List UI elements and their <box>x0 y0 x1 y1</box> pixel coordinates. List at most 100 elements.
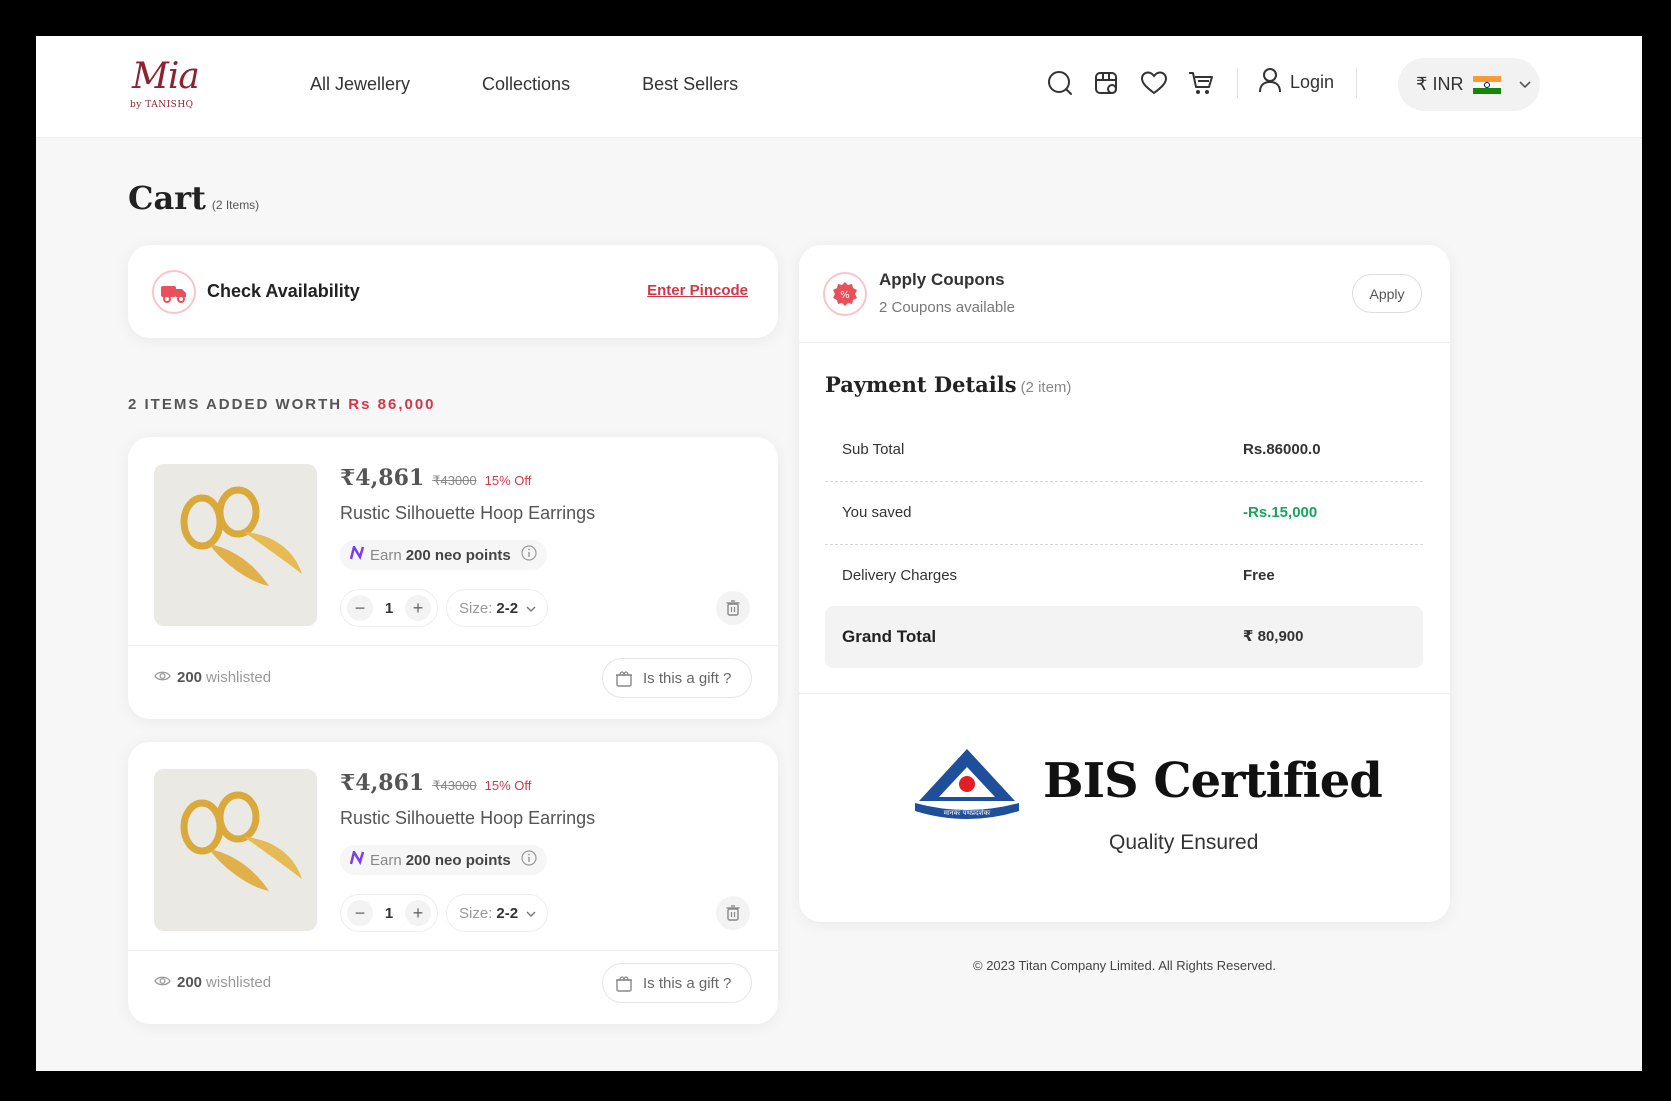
top-header: Mia by TANISHQ All Jewellery Collections… <box>36 36 1642 138</box>
eye-icon <box>154 669 171 686</box>
size-value: 2-2 <box>496 599 519 617</box>
neo-value: 200 neo points <box>405 546 511 564</box>
payment-panel: % Apply Coupons 2 Coupons available Appl… <box>799 245 1450 922</box>
gift-label: Is this a gift ? <box>643 669 732 687</box>
bis-certified-title: BIS Certified <box>1043 753 1383 809</box>
bis-subtitle: Quality Ensured <box>1109 831 1259 854</box>
decrease-qty-button[interactable]: − <box>347 595 373 621</box>
neo-prefix: Earn <box>370 851 402 869</box>
delete-item-button[interactable] <box>716 591 750 625</box>
product-name[interactable]: Rustic Silhouette Hoop Earrings <box>340 503 595 524</box>
grand-total-label: Grand Total <box>842 627 937 646</box>
nav-collections[interactable]: Collections <box>482 74 570 95</box>
device-frame: Mia by TANISHQ All Jewellery Collections… <box>3 3 1667 1098</box>
cart-item-count: (2 Items) <box>211 198 260 212</box>
product-image[interactable] <box>154 464 317 626</box>
logo-sub-text: by TANISHQ <box>130 100 194 110</box>
currency-selector[interactable]: ₹ INR <box>1398 58 1540 111</box>
card-divider <box>128 950 778 951</box>
wishlisted-number: 200 <box>177 974 203 991</box>
login-label: Login <box>1290 72 1335 92</box>
wishlist-count: 200 wishlisted <box>154 669 271 686</box>
trash-icon <box>726 905 740 921</box>
wishlisted-label: wishlisted <box>206 669 272 686</box>
search-icon[interactable] <box>1045 68 1075 98</box>
price-row: ₹4,861 ₹43000 15% Off <box>340 465 531 491</box>
grand-total-value: ₹ 80,900 <box>1243 628 1304 645</box>
panel-divider <box>799 342 1450 343</box>
discount-label: 15% Off <box>484 473 532 488</box>
subtotal-value: Rs.86000.0 <box>1243 441 1321 458</box>
apply-coupon-button[interactable]: Apply <box>1352 274 1422 313</box>
size-label: Size: <box>459 599 493 617</box>
size-selector[interactable]: Size: 2-2 <box>446 589 548 627</box>
header-actions: Login <box>1045 67 1377 98</box>
nav-best-sellers[interactable]: Best Sellers <box>642 74 738 95</box>
wishlist-count: 200 wishlisted <box>154 974 271 991</box>
bis-logo-text: मानकः पथप्रदर्शकः <box>944 808 991 817</box>
subtotal-label: Sub Total <box>842 441 905 458</box>
increase-qty-button[interactable]: + <box>405 900 431 926</box>
screen: Mia by TANISHQ All Jewellery Collections… <box>36 36 1642 1071</box>
neo-prefix: Earn <box>370 546 402 564</box>
currency-label: ₹ INR <box>1416 74 1464 94</box>
logo-main-text: Mia <box>132 56 200 97</box>
summary-amount: Rs 86,000 <box>348 396 436 413</box>
chevron-down-icon <box>526 600 536 617</box>
apply-coupons-title: Apply Coupons <box>879 270 1005 289</box>
product-mrp: ₹43000 <box>432 473 477 488</box>
user-icon <box>1258 67 1282 98</box>
product-price: ₹4,861 <box>340 770 425 796</box>
delivery-truck-icon <box>152 270 196 314</box>
dashed-divider <box>825 544 1423 545</box>
summary-prefix: 2 ITEMS ADDED WORTH <box>128 396 343 413</box>
main-nav: All Jewellery Collections Best Sellers <box>310 74 810 95</box>
gift-icon <box>616 671 632 687</box>
payment-details-heading: Payment Details <box>825 372 1017 397</box>
cart-item-card: ₹4,861 ₹43000 15% Off Rustic Silhouette … <box>128 742 778 1024</box>
chevron-down-icon <box>1519 76 1532 94</box>
coupons-available: 2 Coupons available <box>879 299 1015 316</box>
delivery-label: Delivery Charges <box>842 567 958 584</box>
neo-value: 200 neo points <box>405 851 511 869</box>
heart-icon[interactable] <box>1139 68 1169 98</box>
gift-icon <box>616 976 632 992</box>
enter-pincode-link[interactable]: Enter Pincode <box>647 282 748 299</box>
check-availability-card: Check Availability Enter Pincode <box>128 245 778 338</box>
delivery-row: Delivery Charges Free <box>825 547 1423 607</box>
info-icon[interactable] <box>521 545 537 565</box>
cart-icon[interactable] <box>1186 68 1216 98</box>
saved-label: You saved <box>842 504 912 521</box>
neo-points-badge: Earn 200 neo points <box>340 845 547 875</box>
product-image[interactable] <box>154 769 317 931</box>
wishlisted-number: 200 <box>177 669 203 686</box>
store-icon[interactable] <box>1092 68 1122 98</box>
india-flag-icon <box>1473 75 1502 94</box>
mia-logo[interactable]: Mia by TANISHQ <box>130 56 202 120</box>
size-value: 2-2 <box>496 904 519 922</box>
product-name[interactable]: Rustic Silhouette Hoop Earrings <box>340 808 595 829</box>
decrease-qty-button[interactable]: − <box>347 900 373 926</box>
increase-qty-button[interactable]: + <box>405 595 431 621</box>
saved-row: You saved -Rs.15,000 <box>825 484 1423 544</box>
grand-total-row: Grand Total ₹ 80,900 <box>825 606 1423 668</box>
chevron-down-icon <box>526 905 536 922</box>
panel-divider <box>799 693 1450 694</box>
neo-points-badge: Earn 200 neo points <box>340 540 547 570</box>
size-selector[interactable]: Size: 2-2 <box>446 894 548 932</box>
nav-all-jewellery[interactable]: All Jewellery <box>310 74 410 95</box>
info-icon[interactable] <box>521 850 537 870</box>
check-availability-label: Check Availability <box>207 281 360 301</box>
gift-toggle-button[interactable]: Is this a gift ? <box>602 963 752 1003</box>
delete-item-button[interactable] <box>716 896 750 930</box>
size-label: Size: <box>459 904 493 922</box>
login-button[interactable]: Login <box>1258 67 1334 98</box>
gift-toggle-button[interactable]: Is this a gift ? <box>602 658 752 698</box>
quantity-value: 1 <box>384 904 394 922</box>
page-title: Cart (2 Items) <box>128 179 259 217</box>
gift-label: Is this a gift ? <box>643 974 732 992</box>
cart-item-card: ₹4,861 ₹43000 15% Off Rustic Silhouette … <box>128 437 778 719</box>
neo-logo-icon <box>349 543 365 564</box>
coupon-icon: % <box>823 272 867 316</box>
trash-icon <box>726 600 740 616</box>
